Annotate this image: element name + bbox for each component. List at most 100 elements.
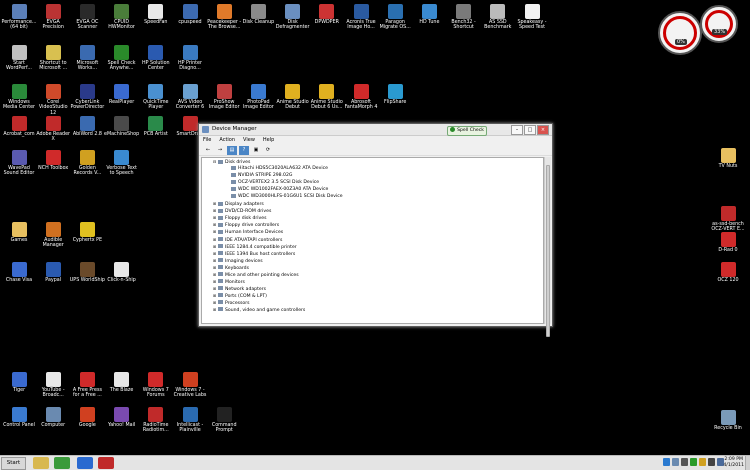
tree-item[interactable]: ⊞ Imaging devices	[202, 257, 543, 264]
desktop-icon-windows-7-creative-labs[interactable]: Windows 7 - Creative Labs	[172, 372, 208, 399]
back-button[interactable]: ←	[203, 146, 213, 155]
desktop-icon-cpuid-hwmonitor[interactable]: CPUID HWMonitor	[104, 4, 140, 31]
show-hide-console-tree-button[interactable]: ▣	[251, 146, 261, 155]
expand-toggle-icon[interactable]: ⊞	[212, 214, 217, 221]
expand-toggle-icon[interactable]: ⊞	[212, 243, 217, 250]
tree-item[interactable]: WDC WD1002FAEX-00Z3A0 ATA Device	[202, 186, 543, 193]
tree-item[interactable]: ⊞ Keyboards	[202, 264, 543, 271]
cpu-meter-gadget[interactable]: 0%	[658, 11, 702, 55]
desktop-icon-verbose-text-to-speech[interactable]: Verbose Text to Speech	[104, 150, 140, 177]
desktop-icon-paragon-migrate-os[interactable]: Paragon Migrate OS...	[377, 4, 413, 31]
desktop-icon-speakeasy-speed-test[interactable]: Speakeasy - Speed Test	[514, 4, 550, 31]
chrome-taskbar-button[interactable]	[54, 457, 70, 469]
desktop-icon-wavepad-sound-editor[interactable]: WavePad Sound Editor	[1, 150, 37, 177]
desktop-icon-flipshare[interactable]: FlipShare	[377, 84, 413, 105]
scan-hardware-button[interactable]: ⟳	[263, 146, 273, 155]
expand-toggle-icon[interactable]: ⊞	[212, 299, 217, 306]
desktop-icon-microsoft-works[interactable]: Microsoft Works...	[69, 45, 105, 72]
desktop-icon-anime-studio-debut[interactable]: Anime Studio Debut	[275, 84, 311, 111]
tree-item[interactable]: NVIDIA STRIPE 298.02G	[202, 172, 543, 179]
desktop-icon-start-wordperf[interactable]: Start WordPerf...	[1, 45, 37, 72]
desktop-icon-cpuspeed[interactable]: cpuspeed	[172, 4, 208, 25]
tree-item[interactable]: ⊞ Network adapters	[202, 285, 543, 292]
desktop-icon-hp-solution-center[interactable]: HP Solution Center	[138, 45, 174, 72]
tray-green-icon[interactable]	[690, 458, 697, 466]
show-desktop-button[interactable]	[745, 456, 750, 470]
expand-toggle-icon[interactable]: ⊞	[212, 200, 217, 207]
tree-item[interactable]: ⊞ Floppy disk drives	[202, 214, 543, 221]
ram-meter-gadget[interactable]: 33%	[700, 5, 738, 43]
tree-item[interactable]: ⊞ IEEE 1394 Bus host controllers	[202, 250, 543, 257]
desktop-icon-d-rad-0[interactable]: D-Rad 0	[710, 232, 746, 253]
desktop-icon-spell-check-anywhe[interactable]: Spell Check Anywhe...	[104, 45, 140, 72]
tree-item[interactable]: OCZ-VERTEX2 3.5 SCSI Disk Device	[202, 179, 543, 186]
scrollbar-thumb[interactable]	[546, 165, 550, 337]
desktop-icon-command-prompt[interactable]: Command Prompt	[206, 407, 242, 434]
desktop-icon-ups-worldship[interactable]: UPS WorldShip	[69, 262, 105, 283]
desktop-icon-ocz-120[interactable]: OCZ 120	[710, 262, 746, 283]
desktop-icon-realplayer[interactable]: RealPlayer	[104, 84, 140, 105]
desktop-icon-adobe-reader-x[interactable]: Adobe Reader X	[35, 116, 71, 143]
tree-item[interactable]: ⊞ Monitors	[202, 278, 543, 285]
desktop-icon-as-ssd-benchmark[interactable]: AS SSD Benchmark	[480, 4, 516, 31]
expand-toggle-icon[interactable]: ⊞	[212, 285, 217, 292]
desktop-icon-radiotime-radiotim[interactable]: RadioTime Radiotim...	[138, 407, 174, 434]
desktop-icon-anime-studio-debut-6-us[interactable]: Anime Studio Debut 6 Us...	[309, 84, 345, 111]
desktop-icon-performance-64-bit[interactable]: Performance... (64 bit)	[1, 4, 37, 31]
desktop-icon-emachineshop[interactable]: eMachineShop	[104, 116, 140, 137]
maximize-button[interactable]: □	[524, 125, 536, 135]
desktop-icon-tv-nuts[interactable]: TV Nuts	[710, 148, 746, 169]
expand-toggle-icon[interactable]: ⊞	[212, 228, 217, 235]
expand-toggle-icon[interactable]: ⊞	[212, 264, 217, 271]
desktop-icon-nch-toolbox[interactable]: NCH Toolbox	[35, 150, 71, 171]
desktop-icon-proshow-image-editor[interactable]: ProShow Image Editor	[206, 84, 242, 111]
desktop-icon-quicktime-player[interactable]: QuickTime Player	[138, 84, 174, 111]
desktop-icon-recycle-bin[interactable]: Recycle Bin	[710, 410, 746, 431]
tree-item[interactable]: ⊞ Human Interface Devices	[202, 228, 543, 235]
desktop-icon-control-panel[interactable]: Control Panel	[1, 407, 37, 428]
desktop-icon-audible-manager[interactable]: Audible Manager	[35, 222, 71, 249]
desktop-icon-yahoo-mail[interactable]: Yahoo! Mail	[104, 407, 140, 428]
desktop-icon-disk-cleanup[interactable]: Disk Cleanup	[240, 4, 276, 25]
desktop-icon-acrobat-com[interactable]: Acrobat_com	[1, 116, 37, 137]
tree-item[interactable]: ⊞ IEEE 1284.4 compatible printer	[202, 243, 543, 250]
expand-toggle-icon[interactable]: ⊞	[212, 250, 217, 257]
tray-volume-icon[interactable]	[681, 458, 688, 466]
desktop-icon-google[interactable]: Google	[69, 407, 105, 428]
desktop-icon-dpwdper[interactable]: DPWDPER	[309, 4, 345, 25]
expand-toggle-icon[interactable]: ⊞	[212, 257, 217, 264]
desktop-icon-peacekeeper-the-browse[interactable]: Peacekeeper - The Browse...	[206, 4, 242, 31]
desktop-icon-youtube-broadc[interactable]: YouTube - Broadc...	[35, 372, 71, 399]
desktop-icon-bench32-shortcut[interactable]: Bench32 - Shortcut	[446, 4, 482, 31]
expand-toggle-icon[interactable]: ⊞	[212, 221, 217, 228]
help-button[interactable]: ?	[239, 146, 249, 155]
desktop-icon-evga-precision[interactable]: EVGA Precision	[35, 4, 71, 31]
close-button[interactable]: ×	[537, 125, 549, 135]
tree-item[interactable]: ⊞ DVD/CD-ROM drives	[202, 207, 543, 214]
tray-speaker-icon[interactable]	[708, 458, 715, 466]
tray-flag-icon[interactable]	[699, 458, 706, 466]
expand-toggle-icon[interactable]: ⊞	[212, 306, 217, 313]
desktop-icon-avs-video-converter-6[interactable]: AVS Video Converter 6	[172, 84, 208, 111]
clock[interactable]: 2:09 PM 4/1/2011	[723, 457, 744, 469]
tree-item[interactable]: ⊞ IDE ATA/ATAPI controllers	[202, 236, 543, 243]
desktop-icon-cyberlink-powerdirector[interactable]: CyberLink PowerDirector	[69, 84, 105, 111]
desktop-icon-computer[interactable]: Computer	[35, 407, 71, 428]
desktop-icon-tiger[interactable]: Tiger	[1, 372, 37, 393]
device-tree[interactable]: ⊟ Disk drives Hitachi HDS5C3020ALA632 ATA …	[201, 157, 544, 324]
tree-item[interactable]: Hitachi HDS5C3020ALA632 ATA Device	[202, 165, 543, 172]
properties-button[interactable]: ▤	[227, 146, 237, 155]
device-manager-window[interactable]: Device Manager – □ × File Action View Help …	[198, 123, 553, 337]
expand-toggle-icon[interactable]: ⊞	[212, 292, 217, 299]
desktop-icon-windows-media-center[interactable]: Windows Media Center	[1, 84, 37, 111]
tree-item[interactable]: WDC WD3000HLFS-01G6U1 SCSI Disk Device	[202, 193, 543, 200]
desktop-icon-pcb-artist[interactable]: PCB Artist	[138, 116, 174, 137]
start-button[interactable]: Start	[1, 457, 26, 470]
desktop-icon-evga-oc-scanner[interactable]: EVGA OC Scanner	[69, 4, 105, 31]
desktop-icon-corel-videostudio-12[interactable]: Corel VideoStudio 12	[35, 84, 71, 116]
desktop-icon-hd-tune[interactable]: HD Tune	[411, 4, 447, 25]
tree-item[interactable]: ⊟ Disk drives	[202, 158, 543, 165]
menu-file[interactable]: File	[203, 136, 211, 144]
desktop-icon-photopad-image-editor[interactable]: PhotoPad Image Editor	[240, 84, 276, 111]
tree-item[interactable]: ⊞ Display adapters	[202, 200, 543, 207]
